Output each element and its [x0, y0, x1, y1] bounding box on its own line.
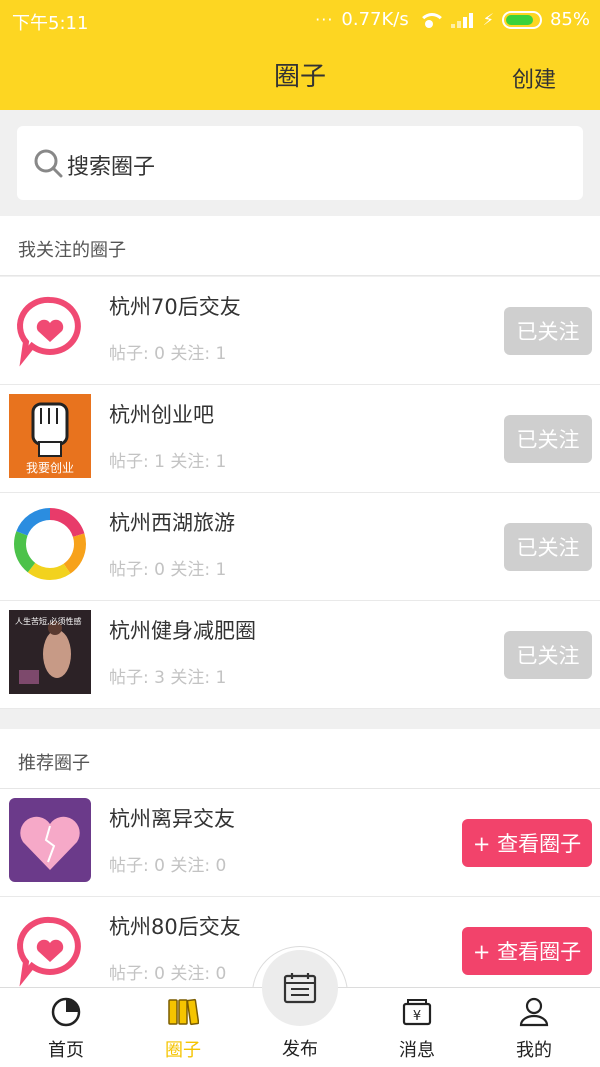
search-input[interactable]: 搜索圈子 [17, 126, 583, 200]
battery-icon [501, 10, 542, 29]
circle-stats: 帖子: 1 关注: 1 [109, 452, 227, 472]
circle-row[interactable]: 杭州西湖旅游 帖子: 0 关注: 1 已关注 [0, 493, 600, 601]
followed-button[interactable]: 已关注 [504, 307, 592, 355]
circle-stats: 帖子: 0 关注: 0 [109, 964, 227, 984]
recommended-section-header: 推荐圈子 [0, 729, 600, 789]
heart-bubble-icon [9, 906, 91, 990]
tab-label: 消息 [399, 1040, 435, 1061]
followed-section-header: 我关注的圈子 [0, 216, 600, 276]
circle-name: 杭州健身减肥圈 [109, 619, 256, 643]
startup-image-text: 我要创业 [26, 461, 74, 475]
heart-bubble-icon [9, 286, 91, 370]
tab-label: 首页 [48, 1040, 84, 1061]
search-placeholder: 搜索圈子 [67, 155, 156, 180]
svg-text:¥: ¥ [413, 1009, 421, 1024]
create-button[interactable]: 创建 [512, 62, 556, 94]
circle-row[interactable]: 杭州70后交友 帖子: 0 关注: 1 已关注 [0, 277, 600, 385]
yen-message-icon: ¥ [402, 999, 432, 1026]
circle-row[interactable]: 杭州离异交友 帖子: 0 关注: 0 + 查看圈子 [0, 789, 600, 897]
fitness-photo: 人生苦短,必须性感 [9, 610, 91, 694]
pie-chart-icon [51, 997, 81, 1027]
tab-mine[interactable]: 我的 [474, 988, 594, 1067]
circle-name: 杭州70后交友 [109, 295, 241, 319]
charging-icon: ⚡ [482, 10, 494, 29]
recommended-section-title: 推荐圈子 [18, 753, 90, 774]
publish-label: 发布 [282, 1039, 318, 1060]
view-circle-button[interactable]: + 查看圈子 [462, 927, 592, 975]
books-icon [168, 998, 199, 1026]
tab-messages[interactable]: ¥ 消息 [357, 988, 477, 1067]
section-divider [0, 709, 600, 729]
signal-dots: ··· [315, 10, 334, 29]
publish-button[interactable] [262, 950, 338, 1026]
battery-percent: 85% [549, 9, 590, 30]
circle-stats: 帖子: 0 关注: 1 [109, 344, 227, 364]
followed-button[interactable]: 已关注 [504, 415, 592, 463]
circle-name: 杭州80后交友 [109, 915, 241, 939]
status-right: ··· 0.77K/s ⚡ 85% [315, 9, 590, 30]
tab-label: 我的 [516, 1040, 552, 1061]
circle-stats: 帖子: 0 关注: 1 [109, 560, 227, 580]
tab-label: 圈子 [165, 1040, 201, 1061]
circle-name: 杭州离异交友 [109, 807, 235, 831]
page-title: 圈子 [273, 62, 326, 92]
search-icon [34, 149, 63, 178]
broken-heart-image [9, 798, 91, 882]
followed-button[interactable]: 已关注 [504, 631, 592, 679]
status-time: 下午5:11 [12, 13, 89, 34]
fitness-image-text: 人生苦短,必须性感 [15, 616, 82, 626]
user-icon [519, 997, 549, 1027]
circle-row[interactable]: 人生苦短,必须性感 杭州健身减肥圈 帖子: 3 关注: 1 已关注 [0, 601, 600, 709]
circle-stats: 帖子: 3 关注: 1 [109, 668, 227, 688]
top-bar: 下午5:11 ··· 0.77K/s ⚡ 85% 圈子 创建 [0, 0, 600, 110]
followed-button[interactable]: 已关注 [504, 523, 592, 571]
rainbow-ring-logo [9, 502, 91, 586]
wifi-icon [417, 11, 443, 29]
tab-circles[interactable]: 圈子 [123, 988, 243, 1067]
circle-row[interactable]: 我要创业 杭州创业吧 帖子: 1 关注: 1 已关注 [0, 385, 600, 493]
followed-section-title: 我关注的圈子 [18, 240, 126, 261]
cell-signal-icon [450, 12, 475, 28]
status-bar: 下午5:11 ··· 0.77K/s ⚡ 85% [0, 0, 600, 40]
circle-name: 杭州创业吧 [109, 403, 214, 427]
view-circle-button[interactable]: + 查看圈子 [462, 819, 592, 867]
circle-name: 杭州西湖旅游 [109, 511, 235, 535]
calendar-publish-icon [283, 973, 317, 1004]
startup-fist-image: 我要创业 [9, 394, 91, 478]
network-speed: 0.77K/s [341, 9, 409, 30]
search-area: 搜索圈子 [0, 110, 600, 216]
tab-home[interactable]: 首页 [6, 988, 126, 1067]
circle-stats: 帖子: 0 关注: 0 [109, 856, 227, 876]
